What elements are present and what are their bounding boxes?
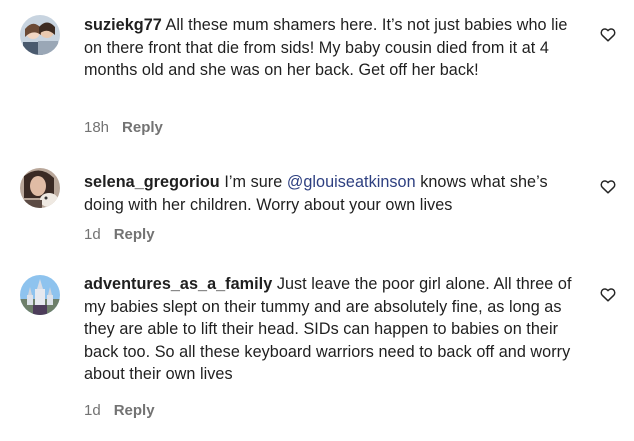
reply-button[interactable]: Reply — [122, 119, 163, 136]
avatar[interactable] — [20, 15, 60, 55]
avatar[interactable] — [20, 275, 60, 315]
profile-photo-avatar — [20, 15, 60, 55]
heart-outline-icon — [600, 28, 616, 42]
comment-username[interactable]: suziekg77 — [84, 16, 162, 34]
comment-timestamp: 18h — [84, 119, 110, 136]
like-button[interactable] — [600, 287, 616, 302]
comment-text: I’m sure — [224, 173, 283, 191]
like-button[interactable] — [600, 27, 616, 42]
profile-photo-avatar — [20, 168, 60, 208]
comment-username[interactable]: adventures_as_a_family — [84, 275, 272, 293]
reply-button[interactable]: Reply — [114, 402, 155, 419]
comment-meta: 1d Reply — [84, 402, 155, 420]
like-button[interactable] — [600, 179, 616, 194]
profile-photo-avatar — [20, 275, 60, 315]
comment-timestamp: 1d — [84, 226, 101, 243]
heart-outline-icon — [600, 180, 616, 194]
comment-body: suziekg77 All these mum shamers here. It… — [84, 14, 579, 82]
comment-timestamp: 1d — [84, 402, 101, 419]
comment-meta: 1d Reply — [84, 226, 155, 244]
comment-username[interactable]: selena_gregoriou — [84, 173, 220, 191]
comment-body: selena_gregoriou I’m sure @glouiseatkins… — [84, 171, 579, 216]
reply-button[interactable]: Reply — [114, 226, 155, 243]
mention-link[interactable]: @glouiseatkinson — [287, 173, 416, 191]
avatar[interactable] — [20, 168, 60, 208]
comment-meta: 18h Reply — [84, 119, 163, 137]
comment-body: adventures_as_a_family Just leave the po… — [84, 273, 579, 386]
heart-outline-icon — [600, 288, 616, 302]
